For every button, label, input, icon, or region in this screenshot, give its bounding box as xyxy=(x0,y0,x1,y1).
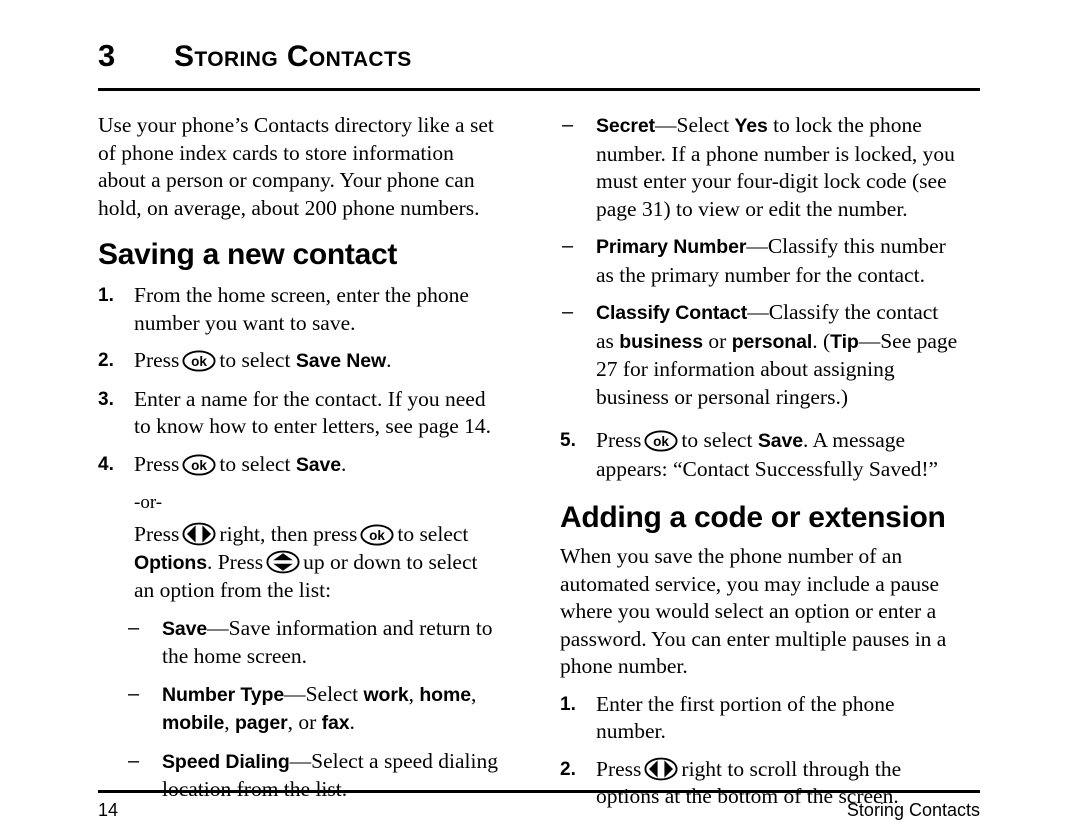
step-item: 2. Press ok to select Save New. xyxy=(98,347,498,376)
value-yes: Yes xyxy=(734,115,768,137)
alt-text-pre: Press xyxy=(134,522,180,546)
option-description-c: or xyxy=(703,328,732,353)
step-item: 1. From the home screen, enter the phone… xyxy=(98,282,498,337)
value-mobile: mobile xyxy=(162,712,225,734)
option-description-e: . ( xyxy=(812,328,831,353)
left-right-navigation-key-icon xyxy=(644,757,678,781)
alt-text-mid1: right, then press xyxy=(219,522,358,546)
step-text: From the home screen, enter the phone nu… xyxy=(134,283,469,335)
svg-text:ok: ok xyxy=(192,458,208,473)
manual-page: 3 Storing Contacts Use your phone’s Cont… xyxy=(0,0,1080,839)
step-number: 1. xyxy=(98,285,114,306)
option-term: Speed Dialing xyxy=(162,750,290,773)
svg-text:ok: ok xyxy=(192,354,208,369)
option-item-classify-contact: – Classify Contact—Classify the contact … xyxy=(560,299,960,411)
tip-label: Tip xyxy=(830,330,859,353)
step-number: 2. xyxy=(98,350,114,371)
step-text-mid: to select xyxy=(219,451,291,476)
alt-text-mid2: to select xyxy=(397,522,469,546)
ui-label-options: Options xyxy=(134,551,207,574)
step-text-pre: Press xyxy=(596,756,642,781)
option-item-primary-number: – Primary Number—Classify this number as… xyxy=(560,233,960,289)
option-term: Classify Contact xyxy=(596,302,748,324)
option-item-speed-dialing: – Speed Dialing—Select a speed dialing l… xyxy=(126,748,498,804)
option-description-prefix: Select xyxy=(676,113,735,137)
value-fax: fax xyxy=(321,712,350,734)
dash-bullet-icon: – xyxy=(128,682,140,705)
footer-running-title: Storing Contacts xyxy=(846,800,980,820)
value-work: work xyxy=(363,683,409,706)
ui-label-save: Save xyxy=(757,430,803,452)
section-heading-saving-a-new-contact: Saving a new contact xyxy=(98,238,398,271)
option-item-secret: – Secret—Select Yes to lock the phone nu… xyxy=(560,112,960,223)
alternate-instruction: Press right, then press ok to select Opt… xyxy=(134,521,498,605)
up-down-navigation-key-icon xyxy=(266,550,300,574)
header-rule xyxy=(98,88,980,91)
chapter-number: 3 xyxy=(98,38,115,73)
dash-bullet-icon: – xyxy=(562,301,574,323)
option-separator: — xyxy=(289,748,312,773)
chapter-title: Storing Contacts xyxy=(174,40,412,73)
value-pager: pager xyxy=(235,712,288,734)
option-separator: — xyxy=(746,234,768,258)
footer-rule xyxy=(98,790,980,793)
step-text: Enter the first portion of the phone num… xyxy=(596,691,895,744)
dash-bullet-icon: – xyxy=(562,114,574,136)
option-term: Secret xyxy=(596,115,656,137)
chapter-header: 3 Storing Contacts xyxy=(98,40,980,72)
value-personal: personal xyxy=(731,330,813,353)
step-text-pre: Press xyxy=(134,348,180,372)
body-paragraph: When you save the phone number of an aut… xyxy=(560,544,947,678)
option-item-save: – Save—Save information and return to th… xyxy=(126,615,498,671)
step-number: 2. xyxy=(560,758,576,780)
ui-label-save-new: Save New xyxy=(295,350,387,372)
ok-key-icon: ok xyxy=(182,453,216,476)
svg-text:ok: ok xyxy=(369,528,385,543)
left-column: Use your phone’s Contacts directory like… xyxy=(98,112,498,804)
right-column: – Secret—Select Yes to lock the phone nu… xyxy=(560,112,960,811)
option-separator: — xyxy=(284,681,306,706)
step-number: 4. xyxy=(98,453,114,475)
section-heading-adding-a-code-or-extension: Adding a code or extension xyxy=(560,501,946,534)
dash-bullet-icon: – xyxy=(128,749,140,772)
option-separator: — xyxy=(207,615,229,640)
option-separator: — xyxy=(747,300,769,324)
step-number: 3. xyxy=(98,388,114,410)
dash-bullet-icon: – xyxy=(562,235,574,257)
step-text-pre: Press xyxy=(596,428,642,452)
intro-paragraph: Use your phone’s Contacts directory like… xyxy=(98,113,494,220)
step-text-pre: Press xyxy=(134,451,180,476)
option-term: Primary Number xyxy=(596,236,747,258)
ok-key-icon: ok xyxy=(182,350,216,372)
option-description-tail: . xyxy=(349,710,355,734)
step-item: 5. Press ok to select Save. A message ap… xyxy=(560,427,960,483)
step-item: 4. Press ok to select Save. xyxy=(98,451,498,480)
dash-bullet-icon: – xyxy=(128,616,140,639)
step-item: 1. Enter the first portion of the phone … xyxy=(560,691,960,746)
option-description-prefix: Select xyxy=(305,681,364,706)
svg-text:ok: ok xyxy=(654,434,670,449)
option-term: Number Type xyxy=(162,683,285,706)
ui-label-save: Save xyxy=(295,453,341,476)
step-number: 1. xyxy=(560,693,576,715)
value-business: business xyxy=(619,330,704,353)
option-separator: — xyxy=(655,113,677,137)
step-item: 3. Enter a name for the contact. If you … xyxy=(98,386,498,441)
or-separator: -or- xyxy=(134,492,163,513)
left-right-navigation-key-icon xyxy=(182,522,216,546)
step-text-mid: to select xyxy=(219,348,291,372)
option-term: Save xyxy=(162,617,208,640)
step-number: 5. xyxy=(560,430,576,451)
ok-key-icon: ok xyxy=(360,524,394,546)
step-text-mid: to select xyxy=(681,428,753,452)
step-text-post: . xyxy=(386,348,392,372)
value-home: home xyxy=(419,683,471,706)
footer-page-number: 14 xyxy=(98,800,119,820)
ok-key-icon: ok xyxy=(644,430,678,452)
step-text-post: . xyxy=(340,451,347,476)
alt-text-mid3: . Press xyxy=(206,549,264,574)
step-text: Enter a name for the contact. If you nee… xyxy=(134,386,492,439)
option-item-number-type: – Number Type—Select work, home, mobile,… xyxy=(128,681,477,735)
